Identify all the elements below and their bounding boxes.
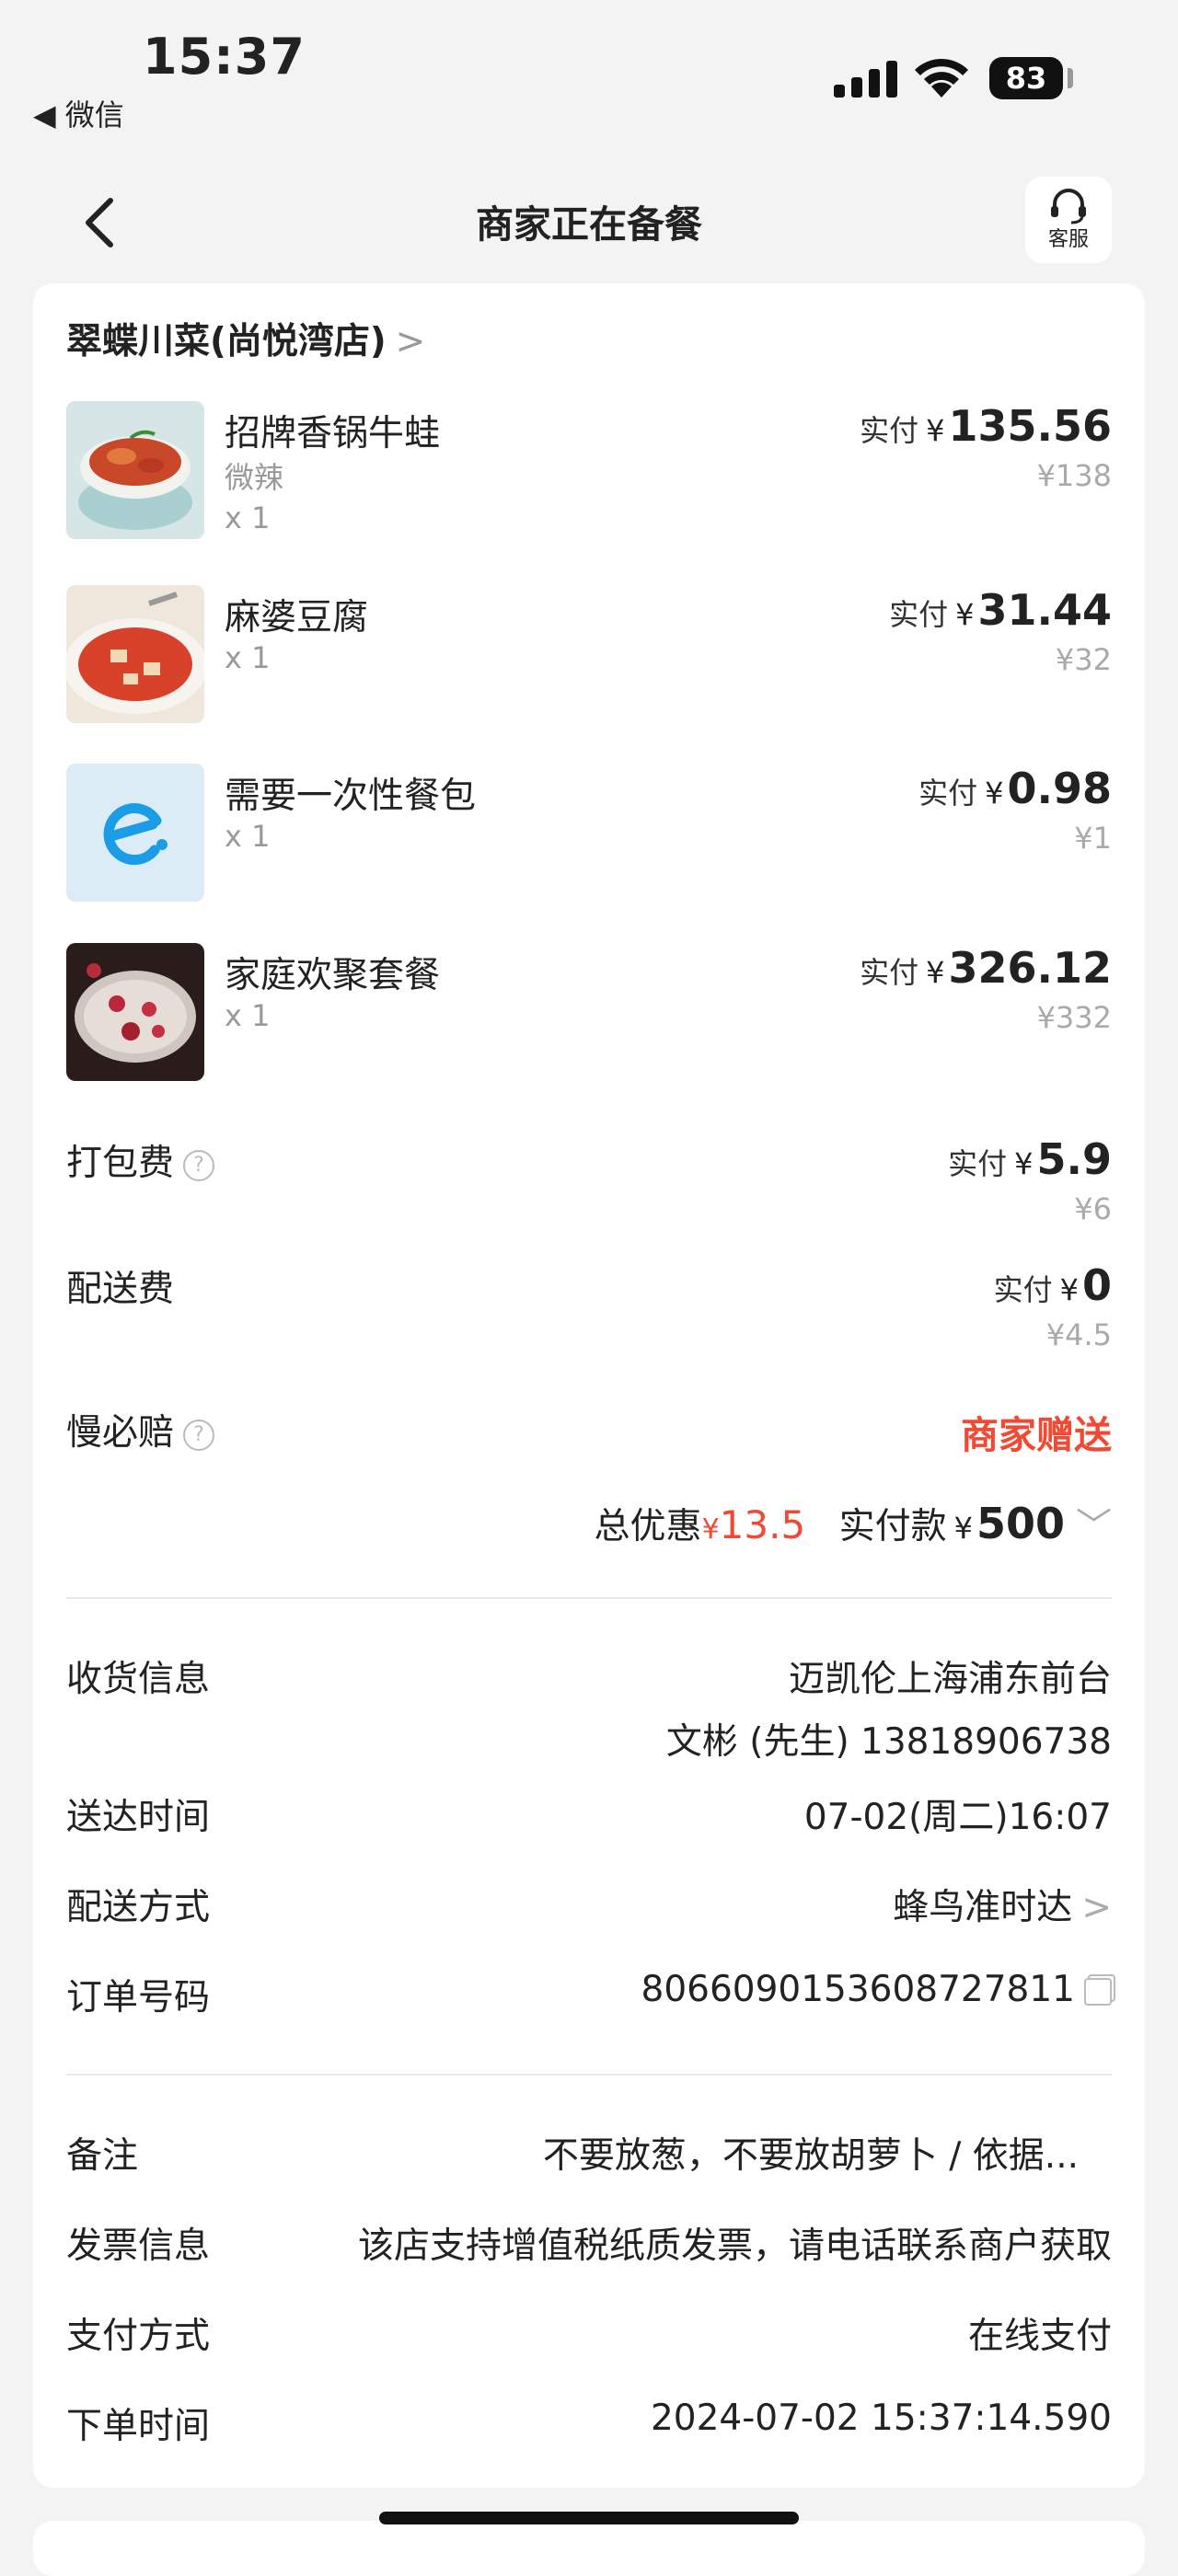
- delivery-method-label: 配送方式: [66, 1887, 211, 1928]
- order-number-value: 8066090153608727811: [641, 1969, 1075, 2010]
- home-indicator[interactable]: [379, 2512, 799, 2524]
- paid-label: 实付: [918, 776, 978, 811]
- item-spec: 微辣: [225, 460, 284, 495]
- battery-tip: [1068, 68, 1073, 88]
- yen-symbol: ¥: [955, 597, 975, 632]
- order-number-label: 订单号码: [66, 1977, 211, 2018]
- order-item[interactable]: 招牌香锅牛蛙 微辣 x 1 实付 ¥135.56 ¥138: [33, 401, 1145, 539]
- original-price: ¥138: [1036, 458, 1112, 493]
- hotpot-dish-icon: [66, 943, 204, 1081]
- yen-symbol: ¥: [926, 413, 945, 448]
- chevron-right-icon: >: [395, 321, 426, 362]
- delivery-method-value: 蜂鸟准时达: [893, 1887, 1073, 1928]
- yen-symbol: ¥: [985, 776, 1004, 811]
- order-detail-card: 翠蝶川菜(尚悦湾店) > 招牌香锅牛蛙 微辣 x 1 实付 ¥135.56 ¥138: [33, 283, 1145, 2488]
- invoice-label: 发票信息: [66, 2225, 211, 2267]
- chevron-down-icon: ﹀: [1075, 1506, 1112, 1547]
- order-time-label: 下单时间: [66, 2406, 211, 2447]
- slow-compensation-label: 慢必赔: [66, 1412, 175, 1454]
- customer-service-button[interactable]: 客服: [1025, 177, 1112, 263]
- item-name: 招牌香锅牛蛙: [225, 413, 441, 454]
- payment-method-value: 在线支付: [967, 2316, 1112, 2357]
- paid-amount: 31.44: [977, 585, 1112, 635]
- original-price: ¥1: [1074, 821, 1112, 856]
- delivery-fee-amount: 0: [1081, 1260, 1112, 1310]
- delivery-fee-label: 配送费: [66, 1269, 175, 1310]
- invoice-value: 该店支持增值税纸质发票，请电话联系商户获取: [357, 2225, 1112, 2267]
- paid-label: 实付: [860, 955, 919, 990]
- order-time-value: 2024-07-02 15:37:14.590: [650, 2398, 1112, 2439]
- yen-symbol: ¥: [953, 1511, 973, 1546]
- yen-symbol: ¥: [926, 955, 945, 990]
- item-quantity: x 1: [225, 640, 271, 675]
- item-price: 实付 ¥31.44 ¥32: [889, 585, 1112, 677]
- paid-amount: 326.12: [948, 943, 1112, 993]
- packing-fee-label: 打包费: [66, 1143, 175, 1184]
- order-item[interactable]: 家庭欢聚套餐 x 1 实付 ¥326.12 ¥332: [33, 943, 1145, 1081]
- paid-label: 实付: [948, 1146, 1008, 1181]
- customer-service-label: 客服: [1047, 228, 1089, 251]
- paid-label: 实付: [889, 597, 949, 632]
- paid-amount: 0.98: [1007, 764, 1113, 813]
- receiver-info-label: 收货信息: [66, 1659, 211, 1700]
- divider: [66, 2074, 1112, 2076]
- battery-icon: 83: [989, 57, 1063, 99]
- remark-label: 备注: [66, 2135, 139, 2177]
- cellular-signal-icon: [834, 59, 898, 98]
- wifi-icon: [915, 58, 968, 98]
- back-to-wechat-link[interactable]: ◀ 微信: [33, 92, 124, 134]
- merchant-gift-label: 商家赠送: [961, 1413, 1112, 1457]
- nav-bar: 商家正在备餐 客服: [0, 156, 1178, 285]
- payment-method-label: 支付方式: [66, 2316, 211, 2357]
- original-price: ¥332: [1036, 1000, 1112, 1035]
- item-name: 麻婆豆腐: [225, 597, 369, 638]
- delivery-time-label: 送达时间: [66, 1797, 211, 1838]
- discount-label: 总优惠: [594, 1506, 702, 1547]
- eleme-logo-icon: [66, 764, 204, 902]
- paid-label: 实付: [993, 1272, 1053, 1307]
- yen-symbol: ¥: [1014, 1146, 1034, 1181]
- status-time: 15:37: [143, 28, 306, 86]
- item-name: 需要一次性餐包: [225, 776, 477, 817]
- question-icon[interactable]: ?: [183, 1419, 215, 1451]
- receiver-contact: 文彬 (先生) 13818906738: [665, 1721, 1112, 1763]
- item-quantity: x 1: [225, 819, 271, 854]
- original-price: ¥32: [1055, 642, 1112, 677]
- next-card: [33, 2521, 1145, 2576]
- paid-amount: 135.56: [948, 401, 1112, 451]
- item-quantity: x 1: [225, 500, 271, 535]
- order-item[interactable]: 需要一次性餐包 x 1 实付 ¥0.98 ¥1: [33, 764, 1145, 902]
- paid-label: 实付: [860, 413, 919, 448]
- discount-yen: ¥: [701, 1513, 720, 1546]
- shop-name-link[interactable]: 翠蝶川菜(尚悦湾店) >: [66, 313, 425, 364]
- item-name: 家庭欢聚套餐: [225, 955, 441, 996]
- order-total[interactable]: 总优惠¥13.5 实付款 ¥500 ﹀: [595, 1498, 1112, 1549]
- divider: [66, 1597, 1112, 1599]
- original-price: ¥4.5: [1045, 1317, 1112, 1352]
- copy-icon[interactable]: [1084, 1977, 1112, 2006]
- status-bar: 15:37 ◀ 微信 83: [0, 0, 1178, 156]
- shop-name: 翠蝶川菜(尚悦湾店): [66, 321, 387, 362]
- packing-fee-amount: 5.9: [1036, 1134, 1113, 1184]
- frog-dish-icon: [66, 401, 204, 539]
- yen-symbol: ¥: [1059, 1272, 1079, 1307]
- item-price: 实付 ¥326.12 ¥332: [860, 943, 1112, 1035]
- order-item[interactable]: 麻婆豆腐 x 1 实付 ¥31.44 ¥32: [33, 585, 1145, 723]
- receiver-address-line: 迈凯伦上海浦东前台: [788, 1659, 1112, 1700]
- item-price: 实付 ¥135.56 ¥138: [860, 401, 1112, 493]
- pay-label: 实付款: [838, 1506, 947, 1547]
- discount-amount: 13.5: [719, 1502, 806, 1547]
- headset-icon: [1051, 189, 1086, 224]
- pay-amount: 500: [976, 1499, 1065, 1548]
- item-quantity: x 1: [225, 998, 271, 1033]
- remark-value: 不要放葱，不要放胡萝卜 / 依据...: [542, 2135, 1079, 2177]
- page-title: 商家正在备餐: [476, 202, 702, 247]
- question-icon[interactable]: ?: [183, 1149, 215, 1181]
- item-price: 实付 ¥0.98 ¥1: [918, 764, 1112, 856]
- original-price: ¥6: [1074, 1191, 1112, 1226]
- delivery-time-value: 07-02(周二)16:07: [803, 1797, 1112, 1838]
- receiver-address: 迈凯伦上海浦东前台 文彬 (先生) 13818906738: [666, 1650, 1112, 1765]
- chevron-right-icon: >: [1081, 1887, 1112, 1928]
- tofu-dish-icon: [66, 585, 204, 723]
